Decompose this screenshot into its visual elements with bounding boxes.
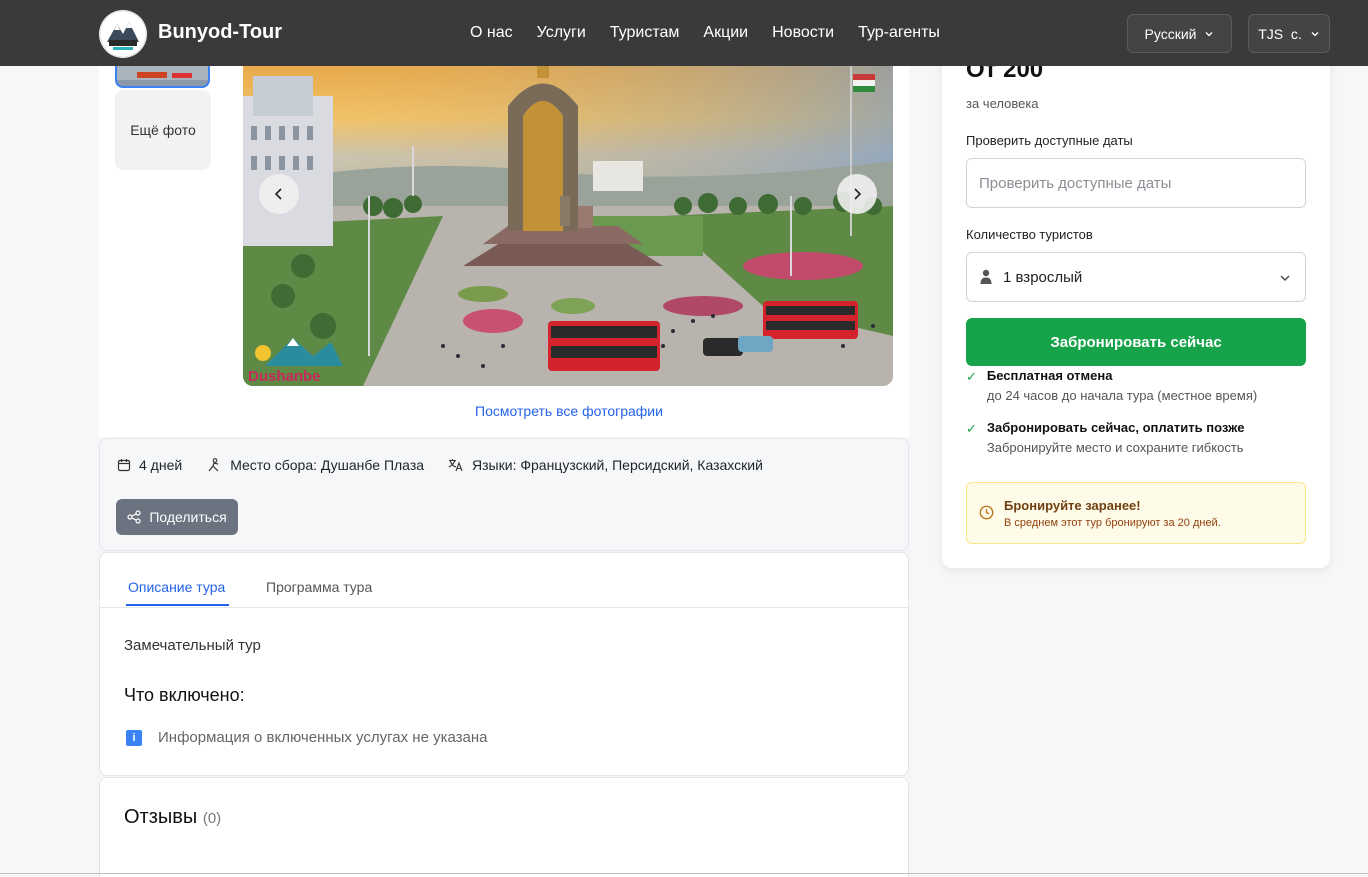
feature-free-cancel: ✓ Бесплатная отмена до 24 часов до начал… [966,368,1257,403]
chevron-left-icon [274,188,282,200]
tour-details-row: 4 дней Место сбора: Душанбе Плаза Языки:… [117,457,787,473]
language-select[interactable]: Русский [1127,14,1232,53]
tour-tabs-card: Описание тура Программа тура Замечательн… [99,552,909,776]
brand-name[interactable]: Bunyod-Tour [158,21,282,44]
meeting-point-item: Место сбора: Душанбе Плаза [206,457,424,473]
feature-title: Забронировать сейчас, оплатить позже [986,420,1245,435]
nav-item-news[interactable]: Новости [772,24,834,42]
nav-item-promotions[interactable]: Акции [703,24,748,42]
share-icon [127,510,141,524]
nav-item-about[interactable]: О нас [470,24,513,42]
language-value: Русский [1144,25,1197,42]
tab-description[interactable]: Описание тура [125,579,230,606]
reviews-heading: Отзывы (0) [124,806,221,829]
more-photos-button[interactable]: Ещё фото [115,90,211,170]
meeting-point-text: Место сбора: Душанбе Плаза [230,457,425,473]
svg-text:Dushanbe: Dushanbe [248,368,321,385]
tour-description-text: Замечательный тур [124,637,261,654]
clock-icon [979,505,994,520]
notice-title: Бронируйте заранее! [1004,498,1141,513]
currency-value: TJS с. [1258,25,1302,42]
info-icon: i [126,729,142,746]
walking-person-icon [208,458,219,472]
see-all-photos-link[interactable]: Посмотреть все фотографии [99,403,1039,419]
carousel-next-button[interactable] [837,174,877,214]
share-button[interactable]: Поделиться [116,499,238,535]
tab-program[interactable]: Программа тура [266,579,372,595]
selected-thumbnail[interactable] [115,66,210,88]
reviews-count: (0) [202,810,222,827]
check-icon: ✓ [966,421,977,436]
gallery-section: Ещё фото Dushanbe Посмотреть все фотогра… [99,66,909,437]
chevron-right-icon [854,188,862,200]
notice-text: В среднем этот тур бронируют за 20 дней. [1004,517,1221,529]
nav-item-tourists[interactable]: Туристам [610,24,680,42]
feature-subtitle: Забронируйте место и сохраните гибкость [986,440,1244,455]
nav-item-services[interactable]: Услуги [537,24,586,42]
brand-logo[interactable] [99,10,147,58]
feature-pay-later: ✓ Забронировать сейчас, оплатить позже З… [966,420,1244,455]
hero-image: Dushanbe [243,66,893,386]
dates-label: Проверить доступные даты [966,133,1133,148]
translate-icon [448,459,463,472]
dates-input[interactable]: Проверить доступные даты [966,158,1306,208]
reviews-card: Отзывы (0) [99,777,909,877]
share-label: Поделиться [149,509,227,525]
calendar-icon [117,459,131,472]
book-early-notice: Бронируйте заранее! В среднем этот тур б… [966,482,1306,544]
booking-panel: От 200 за человека Проверить доступные д… [942,40,1330,568]
reviews-title: Отзывы [124,806,198,828]
duration-item: 4 дней [117,457,182,473]
feature-title: Бесплатная отмена [986,368,1113,383]
included-heading: Что включено: [124,685,245,705]
chevron-down-icon [1311,31,1319,36]
chevron-down-icon [1280,275,1290,281]
nav-item-tour-agents[interactable]: Тур-агенты [858,24,940,42]
book-now-button[interactable]: Забронировать сейчас [966,318,1306,366]
tab-bar: Описание тура Программа тура [100,553,908,608]
page-bottom-divider [0,873,1368,874]
tour-details-card: 4 дней Место сбора: Душанбе Плаза Языки:… [99,438,909,551]
tourists-label: Количество туристов [966,227,1093,242]
duration-text: 4 дней [139,457,183,473]
included-empty-text: Информация о включенных услугах не указа… [158,729,488,746]
top-navbar: Bunyod-Tour О нас Услуги Туристам Акции … [0,0,1368,66]
main-nav: О нас Услуги Туристам Акции Новости Тур-… [470,24,964,42]
chevron-down-icon [1206,31,1213,36]
tourists-value: 1 взрослый [1003,268,1083,286]
tourists-select[interactable]: 1 взрослый [966,252,1306,302]
carousel-prev-button[interactable] [259,174,299,214]
currency-select[interactable]: TJS с. [1248,14,1330,53]
included-empty-row: i Информация о включенных услугах не ука… [126,729,488,746]
person-icon [980,269,992,284]
languages-text: Языки: Французский, Персидский, Казахски… [472,457,763,473]
feature-subtitle: до 24 часов до начала тура (местное врем… [986,388,1258,403]
price-unit: за человека [966,96,1039,111]
check-icon: ✓ [966,369,977,384]
languages-item: Языки: Французский, Персидский, Казахски… [448,457,763,473]
